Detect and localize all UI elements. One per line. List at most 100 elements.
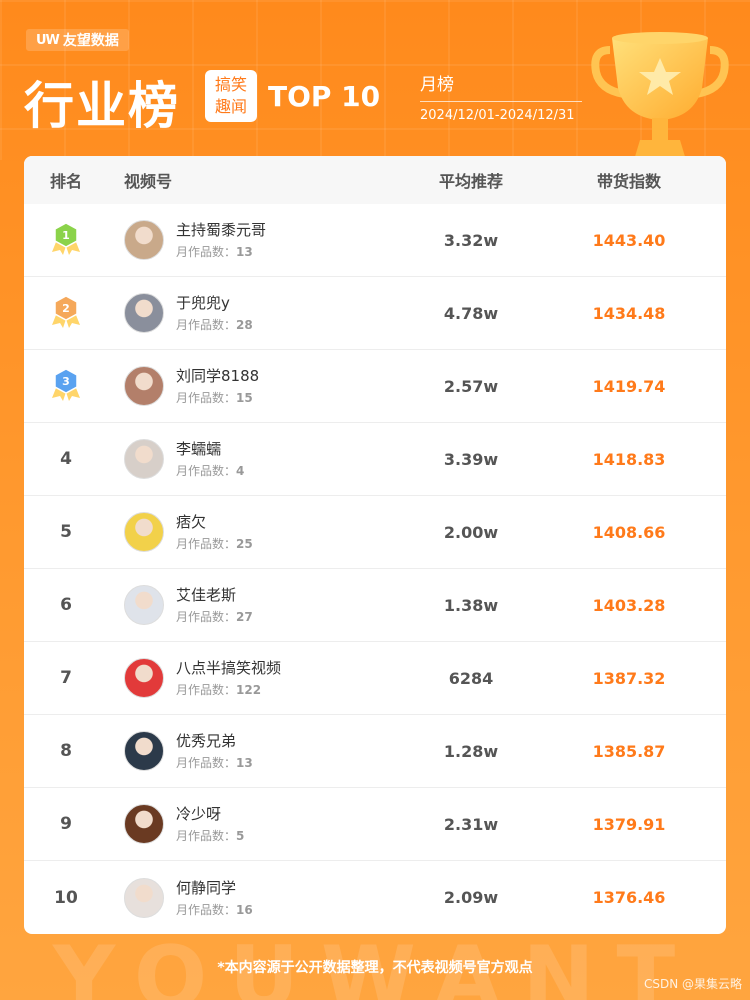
avatar[interactable]: [124, 877, 164, 918]
top-label: TOP 10: [268, 80, 381, 113]
header-index: 带货指数: [596, 172, 661, 191]
sales-index: 1379.91: [592, 814, 666, 834]
svg-text:3: 3: [62, 375, 70, 388]
rank-cell: 3: [24, 366, 108, 406]
rank-number: 6: [60, 595, 72, 615]
account-name[interactable]: 冷少呀: [176, 804, 244, 824]
monthly-works: 月作品数：27: [176, 608, 253, 625]
account-cell[interactable]: 八点半搞笑视频月作品数：122: [108, 658, 410, 698]
works-label: 月作品数：: [176, 683, 237, 697]
avg-recommend: 3.39w: [443, 449, 499, 469]
account-name[interactable]: 于兜兜y: [176, 293, 253, 313]
avg-recommend: 1.38w: [443, 595, 499, 615]
brand-badge: UW 友望数据: [26, 29, 129, 51]
rank-cell: 5: [24, 522, 108, 542]
avatar[interactable]: [124, 512, 164, 552]
account-info: 刘同学8188 月作品数：15: [176, 366, 259, 406]
monthly-works: 月作品数：13: [176, 243, 266, 260]
rank-cell: 2: [24, 293, 108, 333]
works-label: 月作品数：: [176, 610, 237, 624]
table-row[interactable]: 9 冷少呀 月作品数：5 2.31w 1379.91: [24, 788, 726, 861]
works-count: 16: [236, 902, 253, 917]
brand-name: 友望数据: [62, 33, 119, 49]
disclaimer: *本内容源于公开数据整理，不代表视频号官方观点: [217, 960, 533, 976]
category-line-1: 搞笑: [214, 75, 247, 94]
works-label: 月作品数：: [176, 829, 237, 843]
table-row[interactable]: 4 李蠕蠕月作品数：4 3.39w 1418.83: [24, 423, 726, 496]
account-name[interactable]: 优秀兄弟: [176, 731, 253, 751]
category-line-2: 趣闻: [214, 97, 247, 116]
account-cell[interactable]: 主持蜀黍元哥 月作品数：13: [108, 220, 410, 260]
works-label: 月作品数：: [176, 902, 237, 917]
account-info: 痞欠月作品数：25: [176, 512, 253, 552]
account-cell[interactable]: 痞欠月作品数：25: [108, 512, 410, 552]
table-row[interactable]: 2 于兜兜y 月作品数：28 4.78w 1434.48: [24, 277, 726, 350]
monthly-works: 月作品数：4: [176, 462, 244, 479]
avatar[interactable]: [124, 804, 164, 844]
monthly-works: 月作品数：25: [176, 535, 253, 552]
works-count: 13: [236, 245, 253, 259]
table-row[interactable]: 7 八点半搞笑视频 月作品数：122 6284 1387.32: [24, 642, 726, 715]
avg-recommend: 2.31w: [443, 814, 499, 834]
account-cell[interactable]: 艾佳老斯月作品数：27: [108, 585, 410, 625]
avatar[interactable]: [124, 585, 164, 625]
account-cell[interactable]: 李蠕蠕月作品数：4: [108, 439, 410, 479]
avatar[interactable]: [124, 366, 164, 406]
table-row[interactable]: 10 何静同学 月作品数：16 2.09w 1376.46: [24, 861, 726, 934]
works-label: 月作品数：: [176, 318, 237, 332]
brand-logo-icon: UW: [36, 32, 60, 48]
avg-recommend: 4.78w: [443, 303, 499, 323]
account-cell[interactable]: 何静同学月作品数：16: [108, 877, 410, 918]
table-row[interactable]: 5 痞欠 月作品数：25 2.00w 1408.66: [24, 496, 726, 569]
monthly-works: 月作品数：13: [176, 754, 253, 771]
account-name[interactable]: 李蠕蠕: [176, 439, 244, 459]
sales-index: 1385.87: [592, 741, 666, 761]
works-count: 122: [236, 683, 262, 697]
rank-number: 10: [54, 887, 78, 908]
rank-medal-icon: 3: [52, 368, 80, 401]
sales-index: 1418.83: [592, 449, 666, 469]
works-count: 25: [236, 537, 253, 551]
account-name[interactable]: 主持蜀黍元哥: [176, 220, 266, 240]
period-type: 月榜: [420, 70, 582, 102]
table-header: 排名 视频号 平均推荐 带货指数: [24, 156, 726, 204]
rank-number: 5: [60, 522, 72, 542]
table-row[interactable]: 6 艾佳老斯 月作品数：27 1.38w 1403.28: [24, 569, 726, 642]
avatar[interactable]: [124, 220, 164, 260]
avg-recommend: 2.57w: [443, 376, 499, 396]
account-name[interactable]: 何静同学: [176, 878, 253, 898]
table-row[interactable]: 3 刘同学8188 月作品数：15 2.57w 1419.74: [24, 350, 726, 423]
avatar[interactable]: [124, 439, 164, 479]
table-row[interactable]: 8 优秀兄弟 月作品数：13 1.28w 1385.87: [24, 715, 726, 788]
credit-text: CSDN @果集云略: [643, 977, 742, 991]
rank-cell: 4: [24, 449, 108, 469]
account-name[interactable]: 痞欠: [176, 512, 253, 532]
account-name[interactable]: 艾佳老斯: [176, 585, 253, 605]
avatar[interactable]: [124, 731, 164, 771]
account-info: 何静同学月作品数：16: [176, 878, 253, 918]
account-info: 于兜兜y 月作品数：28: [176, 293, 253, 333]
table-row[interactable]: 1 主持蜀黍元哥 月作品数：13 3.32w 1443.40: [24, 204, 726, 277]
account-info: 优秀兄弟月作品数：13: [176, 731, 253, 771]
rank-number: 4: [60, 449, 72, 469]
rank-cell: 7: [24, 668, 108, 688]
rank-number: 7: [60, 668, 72, 688]
sales-index: 1387.32: [592, 668, 666, 688]
account-cell[interactable]: 冷少呀 月作品数：5: [108, 804, 410, 844]
account-name[interactable]: 八点半搞笑视频: [176, 658, 281, 678]
works-label: 月作品数：: [176, 391, 237, 405]
account-info: 主持蜀黍元哥 月作品数：13: [176, 220, 266, 260]
works-label: 月作品数：: [176, 245, 237, 259]
sales-index: 1443.40: [592, 230, 666, 250]
table-body: 1 主持蜀黍元哥 月作品数：13 3.32w 1443.40 2 于兜兜y 月作品数：28 4.…: [24, 204, 726, 934]
avatar[interactable]: [124, 293, 164, 333]
account-cell[interactable]: 于兜兜y 月作品数：28: [108, 293, 410, 333]
header-avg: 平均推荐: [438, 172, 503, 191]
account-cell[interactable]: 优秀兄弟月作品数：13: [108, 731, 410, 771]
account-info: 艾佳老斯月作品数：27: [176, 585, 253, 625]
account-name[interactable]: 刘同学8188: [176, 366, 259, 386]
rank-cell: 10: [24, 888, 108, 908]
account-cell[interactable]: 刘同学8188 月作品数：15: [108, 366, 410, 406]
svg-text:2: 2: [62, 302, 70, 315]
avatar[interactable]: [124, 658, 164, 698]
